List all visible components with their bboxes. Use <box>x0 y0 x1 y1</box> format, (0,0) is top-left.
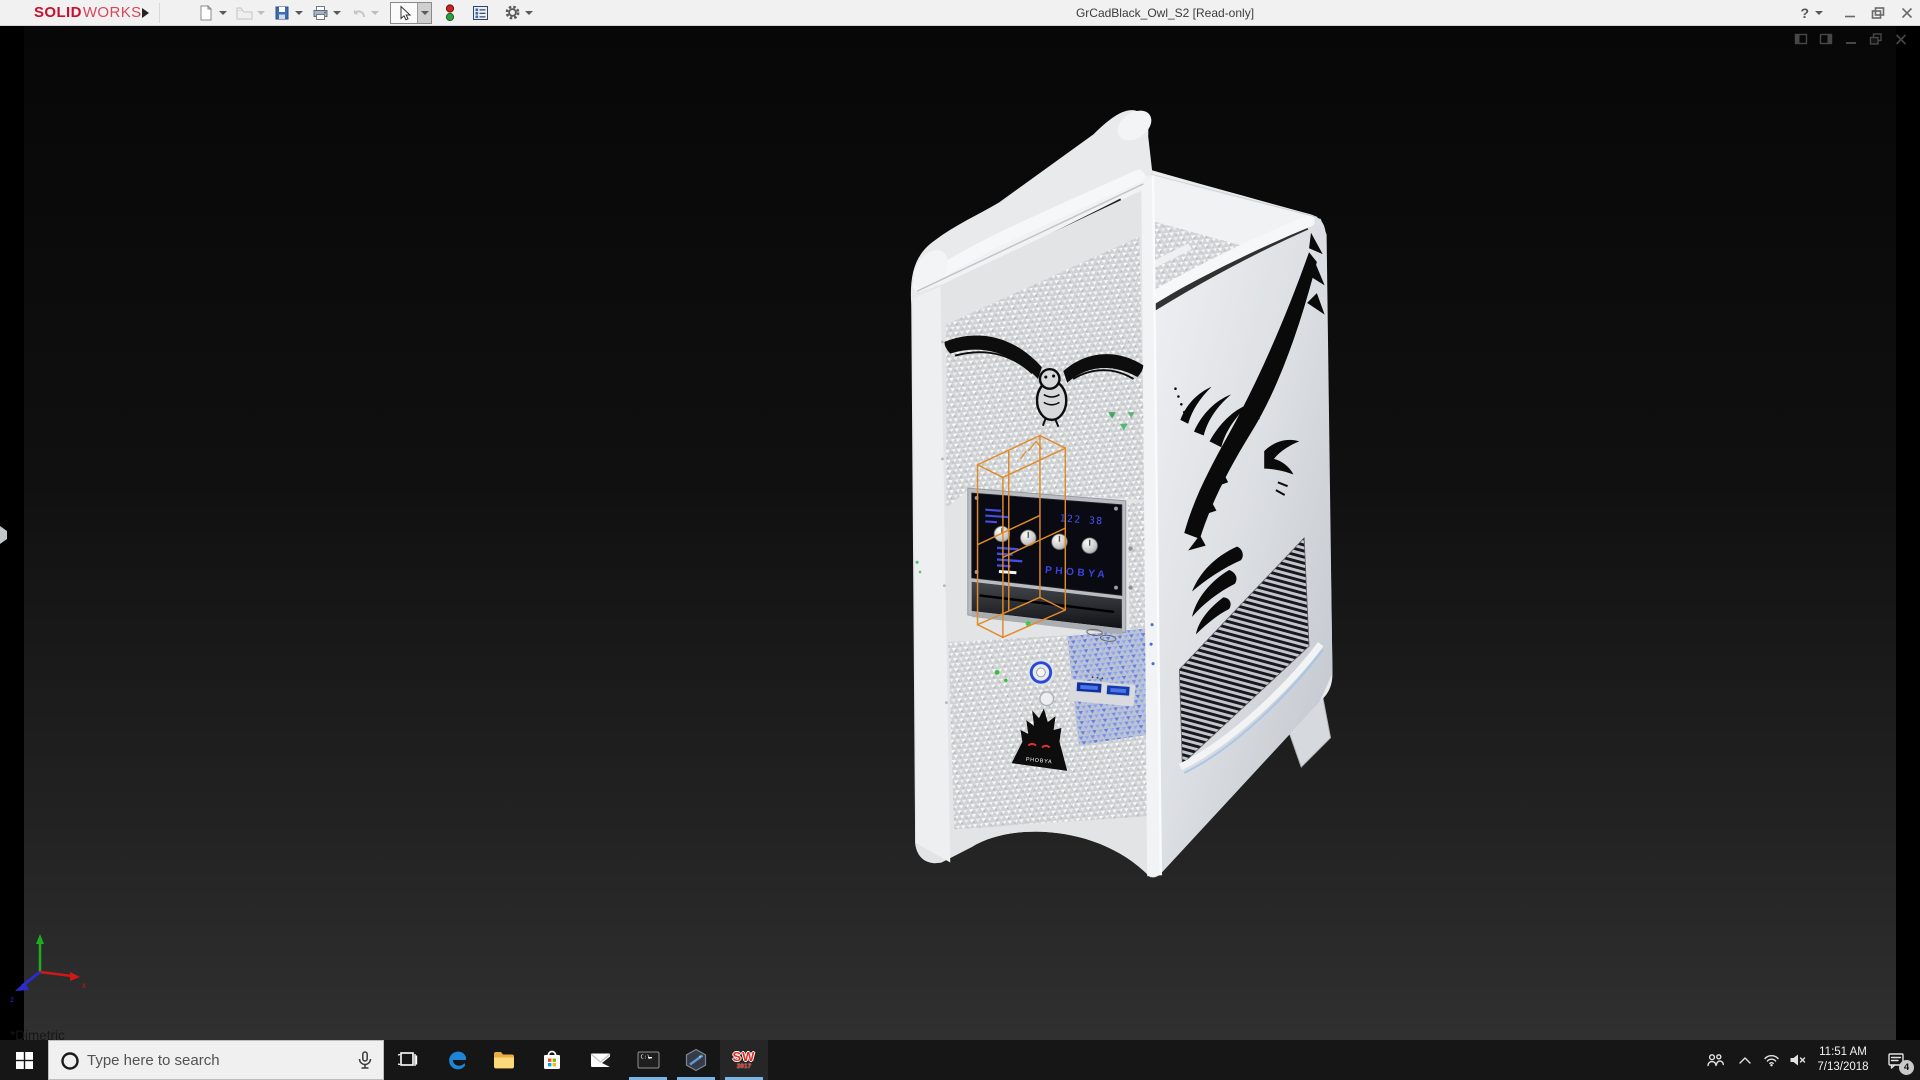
minimize-document-button[interactable] <box>1844 32 1858 46</box>
close-document-button[interactable] <box>1894 32 1908 46</box>
settings-caret-icon[interactable] <box>525 11 533 15</box>
sw-icon-text: SW <box>733 1050 756 1063</box>
model-scene: 122 38 PHOBYA <box>0 26 1920 1040</box>
reset-button[interactable] <box>1040 692 1054 706</box>
open-caret-icon[interactable] <box>257 11 265 15</box>
taskbar-item-store[interactable] <box>528 1040 576 1080</box>
store-icon <box>540 1048 564 1072</box>
tray-overflow-button[interactable] <box>1732 1040 1758 1080</box>
save-caret-icon[interactable] <box>295 11 303 15</box>
print-icon <box>312 5 329 21</box>
mail-icon <box>588 1048 613 1072</box>
fan-controller-module[interactable]: 122 38 PHOBYA <box>968 488 1133 642</box>
options-list-icon <box>472 5 489 21</box>
orientation-triad: x z <box>4 926 104 1006</box>
clock-button[interactable]: 11:51 AM 7/13/2018 <box>1810 1040 1876 1080</box>
new-document-icon <box>198 5 214 21</box>
window-title: GrCadBlack_Owl_S2 [Read-only] <box>1040 0 1290 26</box>
titlebar: SOLIDWORKS <box>0 0 1920 26</box>
taskbar-item-edge[interactable] <box>432 1040 480 1080</box>
chevron-up-icon <box>1738 1055 1752 1065</box>
window-controls: ? <box>1800 0 1914 26</box>
menu-flyout-arrow-icon[interactable] <box>142 8 149 18</box>
undo-caret-icon[interactable] <box>371 11 379 15</box>
x-axis-arrow <box>70 972 80 981</box>
taskbar-item-solidworks-2017[interactable]: SW 2017 <box>720 1040 768 1080</box>
y-axis-arrow <box>36 934 44 944</box>
pane-icon[interactable] <box>1794 32 1808 46</box>
brand-solid: SOLID <box>34 4 82 21</box>
toolbar-separator <box>159 3 160 23</box>
action-center-button[interactable]: 4 <box>1876 1040 1916 1080</box>
taskbar-search[interactable] <box>48 1040 384 1080</box>
file-explorer-icon <box>492 1048 516 1072</box>
select-tool-caret[interactable] <box>417 3 431 23</box>
save-icon <box>274 5 290 21</box>
people-icon <box>1706 1052 1724 1068</box>
open-icon <box>236 5 253 21</box>
undo-button[interactable] <box>346 2 370 24</box>
select-tool-button[interactable] <box>391 3 417 23</box>
traffic-light-icon <box>443 4 457 22</box>
open-button[interactable] <box>232 2 256 24</box>
select-tool-group <box>390 2 432 24</box>
settings-button[interactable] <box>500 2 524 24</box>
volume-button[interactable] <box>1784 1040 1810 1080</box>
volume-mute-icon <box>1789 1053 1806 1067</box>
z-axis-label: z <box>10 995 14 1004</box>
system-tray: 11:51 AM 7/13/2018 4 <box>1698 1040 1920 1080</box>
taskbar-item-mail[interactable] <box>576 1040 624 1080</box>
hexagon-app-icon <box>684 1048 708 1072</box>
document-window-controls <box>1794 32 1908 46</box>
solidworks-logo: SOLIDWORKS <box>0 2 128 24</box>
print-caret-icon[interactable] <box>333 11 341 15</box>
tray-time: 11:51 AM <box>1810 1045 1876 1060</box>
print-button[interactable] <box>308 2 332 24</box>
standard-toolbar <box>194 0 538 26</box>
task-view-icon <box>397 1049 419 1071</box>
restore-button[interactable] <box>1871 6 1886 20</box>
windows-logo-icon <box>16 1052 33 1069</box>
help-button[interactable]: ? <box>1800 5 1809 21</box>
command-prompt-icon: C:\ <box>636 1048 661 1072</box>
wifi-icon <box>1763 1053 1780 1067</box>
select-cursor-icon <box>396 5 412 21</box>
windows-taskbar: C:\ SW 2017 <box>0 1040 1920 1080</box>
taskbar-item-file-explorer[interactable] <box>480 1040 528 1080</box>
taskbar-item-hexagon-app[interactable] <box>672 1040 720 1080</box>
settings-gear-icon <box>504 4 521 21</box>
taskbar-item-command-prompt[interactable]: C:\ <box>624 1040 672 1080</box>
x-axis-label: x <box>82 981 86 990</box>
undo-icon <box>350 5 367 21</box>
network-button[interactable] <box>1758 1040 1784 1080</box>
tray-date: 7/13/2018 <box>1810 1060 1876 1075</box>
close-button[interactable] <box>1900 6 1914 20</box>
graphics-viewport[interactable]: 122 38 PHOBYA <box>0 26 1920 1040</box>
solidworks-2017-icon: SW 2017 <box>733 1050 756 1071</box>
new-caret-icon[interactable] <box>219 11 227 15</box>
microphone-icon[interactable] <box>356 1051 374 1070</box>
people-button[interactable] <box>1698 1040 1732 1080</box>
sw-icon-year: 2017 <box>737 1064 751 1071</box>
search-input[interactable] <box>49 1041 383 1079</box>
edge-icon <box>444 1048 469 1073</box>
save-button[interactable] <box>270 2 294 24</box>
rebuild-button[interactable] <box>438 2 462 24</box>
restore-document-button[interactable] <box>1869 32 1883 46</box>
help-caret-icon[interactable] <box>1815 11 1823 15</box>
notification-badge: 4 <box>1899 1060 1914 1075</box>
task-view-button[interactable] <box>384 1040 432 1080</box>
options-list-button[interactable] <box>468 2 492 24</box>
clock-display: 11:51 AM 7/13/2018 <box>1810 1045 1876 1075</box>
pane-icon[interactable] <box>1819 32 1833 46</box>
start-button[interactable] <box>0 1040 48 1080</box>
brand-works: WORKS <box>83 4 142 21</box>
new-document-button[interactable] <box>194 2 218 24</box>
minimize-button[interactable] <box>1843 6 1857 20</box>
